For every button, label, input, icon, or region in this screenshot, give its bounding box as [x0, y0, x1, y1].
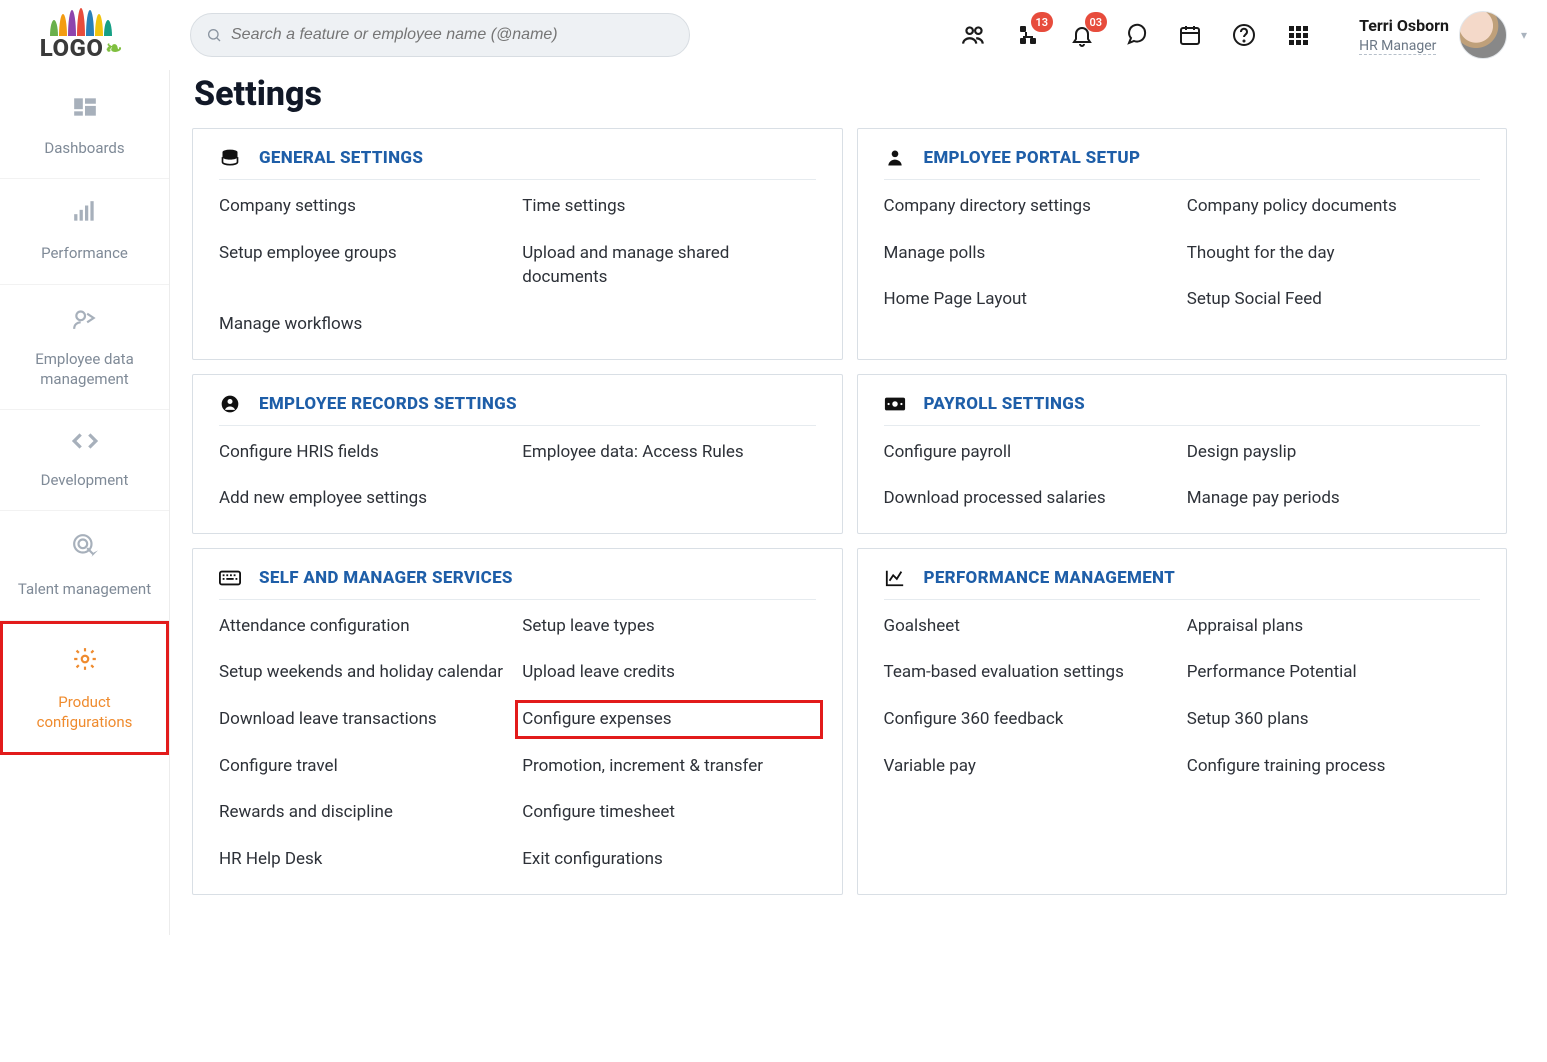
- card-general-settings: GENERAL SETTINGS Company settings Time s…: [192, 128, 843, 360]
- database-icon: [219, 147, 241, 169]
- link-configure-timesheet[interactable]: Configure timesheet: [522, 800, 815, 825]
- bell-icon[interactable]: 03: [1069, 22, 1095, 48]
- link-variable-pay[interactable]: Variable pay: [884, 754, 1177, 779]
- search-container: [190, 13, 690, 57]
- sidebar-item-label: Employee data management: [6, 349, 163, 390]
- link-hr-help-desk[interactable]: HR Help Desk: [219, 847, 512, 872]
- gear-icon: [72, 646, 98, 682]
- card-payroll: PAYROLL SETTINGS Configure payroll Desig…: [857, 374, 1508, 534]
- logo[interactable]: LOGO ❧: [16, 3, 146, 67]
- card-title: EMPLOYEE PORTAL SETUP: [924, 148, 1141, 168]
- link-design-payslip[interactable]: Design payslip: [1187, 440, 1480, 465]
- link-pay-periods[interactable]: Manage pay periods: [1187, 486, 1480, 511]
- chevron-down-icon: ▾: [1521, 28, 1527, 42]
- search-icon: [206, 27, 222, 43]
- chat-icon[interactable]: [1123, 22, 1149, 48]
- link-appraisal-plans[interactable]: Appraisal plans: [1187, 614, 1480, 639]
- sidebar-item-label: Talent management: [18, 579, 151, 599]
- link-directory-settings[interactable]: Company directory settings: [884, 194, 1177, 219]
- page-title: Settings: [194, 74, 1507, 114]
- sidebar-item-label: Development: [41, 470, 129, 490]
- logo-text: LOGO: [40, 34, 104, 62]
- sidebar: Dashboards Performance Employee data man…: [0, 70, 170, 935]
- card-title: EMPLOYEE RECORDS SETTINGS: [259, 394, 517, 414]
- employee-data-icon: [72, 307, 98, 339]
- main-content: Settings GENERAL SETTINGS Company settin…: [170, 70, 1547, 935]
- link-promotion-transfer[interactable]: Promotion, increment & transfer: [522, 754, 815, 779]
- org-badge: 13: [1031, 12, 1054, 32]
- people-icon[interactable]: [961, 22, 987, 48]
- sidebar-item-dashboards[interactable]: Dashboards: [0, 74, 169, 179]
- header-toolbar: 13 03 Terri Osborn HR Manager ▾: [961, 11, 1527, 59]
- link-employee-groups[interactable]: Setup employee groups: [219, 241, 512, 290]
- user-name: Terri Osborn: [1359, 16, 1449, 35]
- sidebar-item-product-config[interactable]: Product configurations: [0, 621, 169, 756]
- apps-icon[interactable]: [1285, 22, 1311, 48]
- link-download-salaries[interactable]: Download processed salaries: [884, 486, 1177, 511]
- code-icon: [72, 432, 98, 460]
- link-access-rules[interactable]: Employee data: Access Rules: [522, 440, 815, 465]
- link-goalsheet[interactable]: Goalsheet: [884, 614, 1177, 639]
- sidebar-item-talent[interactable]: Talent management: [0, 510, 169, 620]
- link-exit-config[interactable]: Exit configurations: [522, 847, 815, 872]
- card-self-manager: SELF AND MANAGER SERVICES Attendance con…: [192, 548, 843, 895]
- link-thought-day[interactable]: Thought for the day: [1187, 241, 1480, 266]
- account-icon: [219, 393, 241, 415]
- sidebar-item-label: Dashboards: [44, 138, 124, 158]
- sidebar-item-employee-data[interactable]: Employee data management: [0, 285, 169, 411]
- link-perf-potential[interactable]: Performance Potential: [1187, 660, 1480, 685]
- link-weekends-holiday[interactable]: Setup weekends and holiday calendar: [219, 660, 512, 685]
- link-social-feed[interactable]: Setup Social Feed: [1187, 287, 1480, 312]
- link-manage-workflows[interactable]: Manage workflows: [219, 312, 512, 337]
- sidebar-item-label: Performance: [41, 243, 128, 263]
- link-attendance-config[interactable]: Attendance configuration: [219, 614, 512, 639]
- bars-icon: [72, 201, 98, 233]
- card-title: GENERAL SETTINGS: [259, 148, 423, 168]
- calendar-icon[interactable]: [1177, 22, 1203, 48]
- bell-badge: 03: [1085, 12, 1108, 32]
- link-360-plans[interactable]: Setup 360 plans: [1187, 707, 1480, 732]
- link-upload-leave-credits[interactable]: Upload leave credits: [522, 660, 815, 685]
- link-time-settings[interactable]: Time settings: [522, 194, 815, 219]
- link-configure-payroll[interactable]: Configure payroll: [884, 440, 1177, 465]
- money-icon: [884, 393, 906, 415]
- card-title: PERFORMANCE MANAGEMENT: [924, 568, 1176, 588]
- card-title: SELF AND MANAGER SERVICES: [259, 568, 513, 588]
- link-leave-types[interactable]: Setup leave types: [522, 614, 815, 639]
- link-new-employee-settings[interactable]: Add new employee settings: [219, 486, 512, 511]
- help-icon[interactable]: [1231, 22, 1257, 48]
- card-title: PAYROLL SETTINGS: [924, 394, 1086, 414]
- link-configure-travel[interactable]: Configure travel: [219, 754, 512, 779]
- user-menu[interactable]: Terri Osborn HR Manager ▾: [1359, 11, 1527, 59]
- card-performance-mgmt: PERFORMANCE MANAGEMENT Goalsheet Apprais…: [857, 548, 1508, 895]
- keyboard-icon: [219, 567, 241, 589]
- link-company-settings[interactable]: Company settings: [219, 194, 512, 219]
- sidebar-item-performance[interactable]: Performance: [0, 179, 169, 284]
- user-role: HR Manager: [1359, 38, 1436, 55]
- link-policy-documents[interactable]: Company policy documents: [1187, 194, 1480, 219]
- link-download-leave-tx[interactable]: Download leave transactions: [219, 707, 512, 732]
- chart-icon: [884, 567, 906, 589]
- sidebar-item-development[interactable]: Development: [0, 410, 169, 510]
- link-hris-fields[interactable]: Configure HRIS fields: [219, 440, 512, 465]
- link-360-feedback[interactable]: Configure 360 feedback: [884, 707, 1177, 732]
- sidebar-item-label: Product configurations: [9, 692, 160, 733]
- link-configure-expenses[interactable]: Configure expenses: [522, 707, 815, 732]
- search-input[interactable]: [190, 13, 690, 57]
- link-shared-documents[interactable]: Upload and manage shared documents: [522, 241, 815, 290]
- person-icon: [884, 147, 906, 169]
- link-team-eval[interactable]: Team-based evaluation settings: [884, 660, 1177, 685]
- link-rewards-discipline[interactable]: Rewards and discipline: [219, 800, 512, 825]
- avatar[interactable]: [1459, 11, 1507, 59]
- dashboard-icon: [72, 96, 98, 128]
- card-employee-portal: EMPLOYEE PORTAL SETUP Company directory …: [857, 128, 1508, 360]
- link-training-process[interactable]: Configure training process: [1187, 754, 1480, 779]
- header: LOGO ❧ 13 03: [0, 0, 1547, 70]
- target-icon: [72, 533, 98, 569]
- card-employee-records: EMPLOYEE RECORDS SETTINGS Configure HRIS…: [192, 374, 843, 534]
- link-home-layout[interactable]: Home Page Layout: [884, 287, 1177, 312]
- link-manage-polls[interactable]: Manage polls: [884, 241, 1177, 266]
- org-chart-icon[interactable]: 13: [1015, 22, 1041, 48]
